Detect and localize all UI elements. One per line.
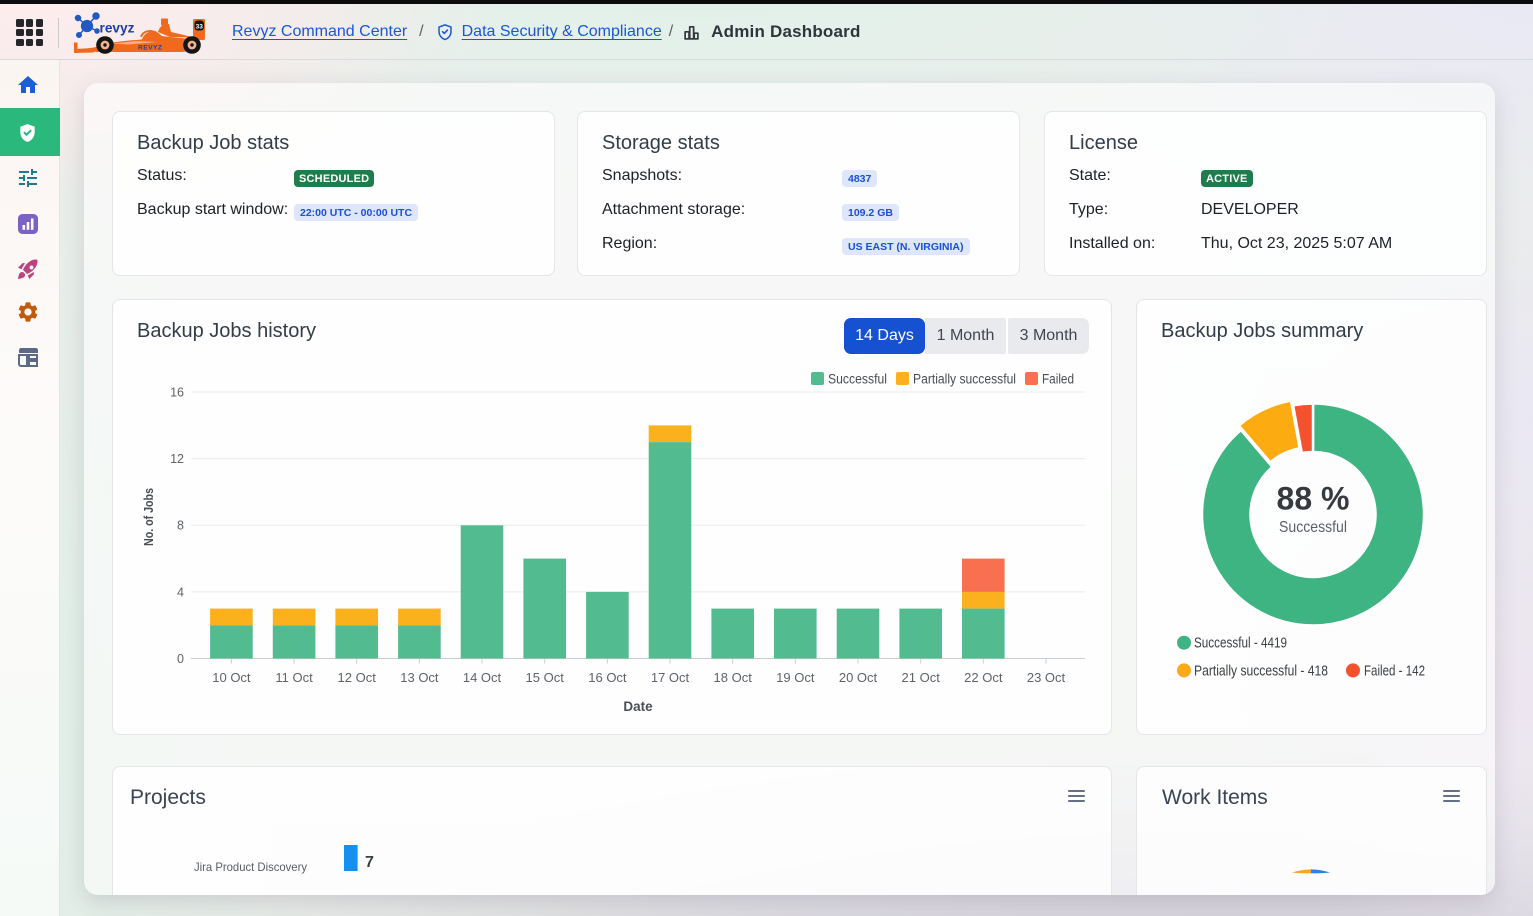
- svg-text:8: 8: [177, 519, 184, 533]
- svg-text:Jira Product Discovery: Jira Product Discovery: [194, 860, 307, 874]
- svg-text:No. of Jobs: No. of Jobs: [142, 488, 156, 546]
- svg-text:11 Oct: 11 Oct: [275, 670, 313, 685]
- svg-text:Date: Date: [623, 699, 653, 714]
- svg-text:Failed: Failed: [1042, 372, 1074, 387]
- svg-text:Successful: Successful: [1279, 519, 1347, 536]
- svg-text:Partially successful - 418: Partially successful - 418: [1194, 663, 1328, 679]
- svg-text:23 Oct: 23 Oct: [1027, 670, 1066, 685]
- svg-text:12: 12: [170, 452, 184, 466]
- svg-text:revyz: revyz: [100, 20, 135, 36]
- svg-text:Successful: Successful: [828, 372, 887, 387]
- svg-text:88 %: 88 %: [1277, 481, 1350, 517]
- svg-text:7: 7: [365, 854, 374, 871]
- svg-text:12 Oct: 12 Oct: [338, 670, 377, 685]
- svg-text:20 Oct: 20 Oct: [839, 670, 878, 685]
- svg-text:19 Oct: 19 Oct: [776, 670, 815, 685]
- svg-text:Failed - 142: Failed - 142: [1364, 663, 1425, 679]
- svg-text:0: 0: [177, 652, 184, 666]
- svg-text:10 Oct: 10 Oct: [212, 670, 251, 685]
- svg-text:REVYZ: REVYZ: [138, 45, 162, 52]
- svg-text:18 Oct: 18 Oct: [714, 670, 753, 685]
- svg-text:16: 16: [170, 386, 184, 400]
- svg-text:21 Oct: 21 Oct: [902, 670, 941, 685]
- svg-text:15 Oct: 15 Oct: [526, 670, 565, 685]
- svg-text:Partially successful: Partially successful: [913, 372, 1016, 387]
- svg-text:16 Oct: 16 Oct: [588, 670, 627, 685]
- svg-text:33: 33: [196, 23, 204, 30]
- svg-text:4: 4: [177, 585, 184, 599]
- svg-text:Successful - 4419: Successful - 4419: [1194, 636, 1287, 652]
- svg-text:13 Oct: 13 Oct: [400, 670, 439, 685]
- svg-text:17 Oct: 17 Oct: [651, 670, 690, 685]
- svg-text:22 Oct: 22 Oct: [964, 670, 1003, 685]
- svg-text:14 Oct: 14 Oct: [463, 670, 502, 685]
